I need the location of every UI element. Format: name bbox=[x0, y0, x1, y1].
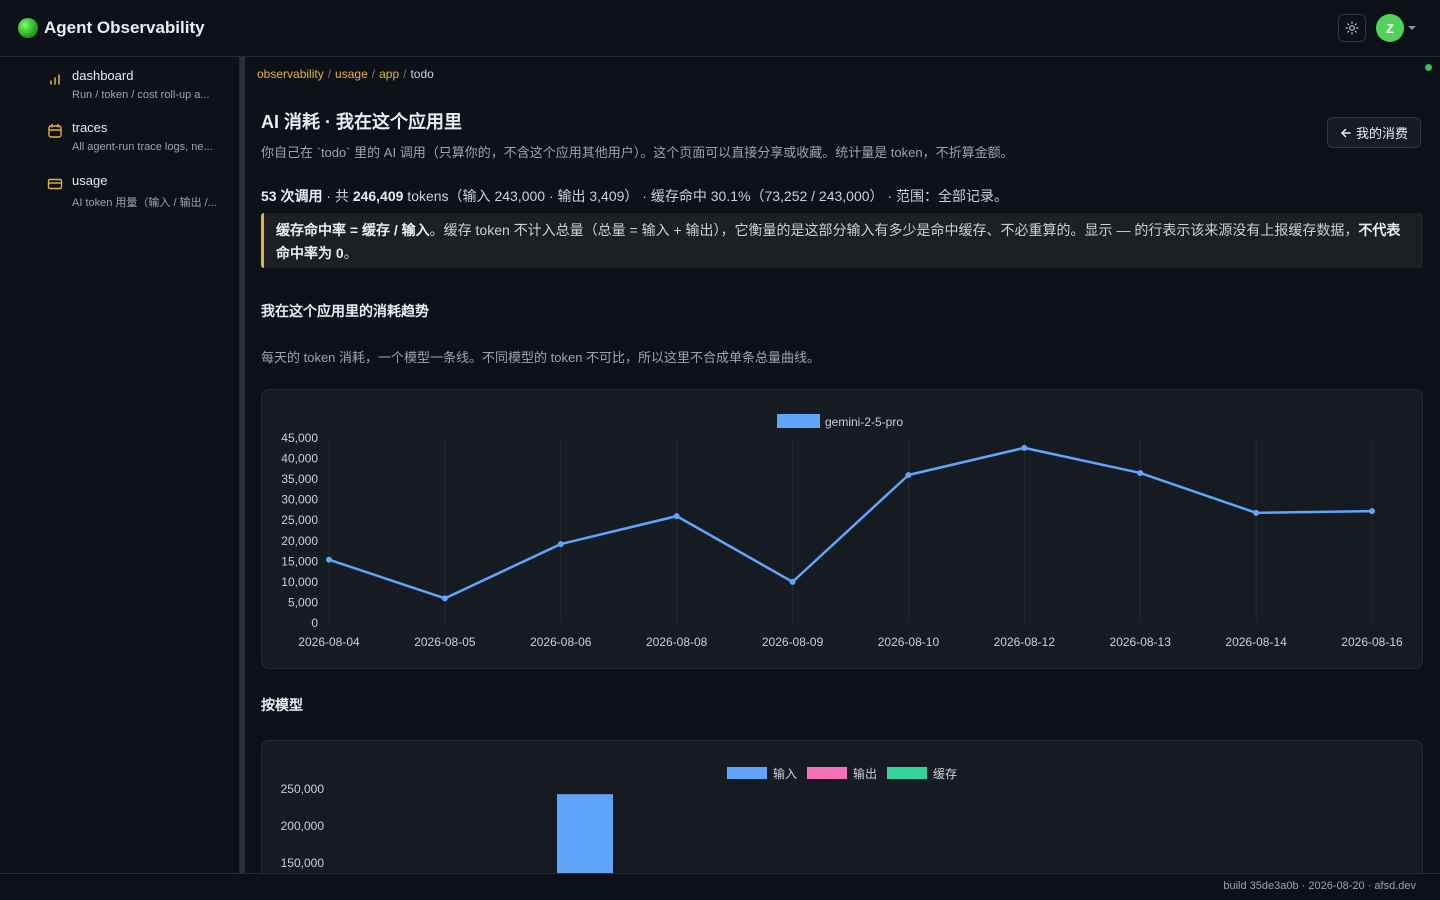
x-tick-label: 2026-08-12 bbox=[994, 635, 1056, 649]
sidebar-item-label: traces bbox=[72, 120, 108, 135]
back-to-my-usage-button[interactable]: 我的消费 bbox=[1327, 117, 1422, 148]
note-text: 。缓存 token 不计入总量（总量 = 输入 + 输出），它衡量的是这部分输入… bbox=[429, 222, 1359, 238]
breadcrumb: observability / usage / app / todo bbox=[257, 67, 434, 81]
page-title: AI 消耗 · 我在这个应用里 bbox=[261, 112, 462, 132]
page-description: 你自己在 `todo` 里的 AI 调用（只算你的，不含这个应用其他用户）。这个… bbox=[261, 145, 1014, 160]
call-count: 53 次调用 bbox=[261, 188, 323, 204]
y-tick-label: 200,000 bbox=[281, 819, 325, 833]
x-tick-label: 2026-08-16 bbox=[1341, 635, 1403, 649]
theme-toggle-button[interactable] bbox=[1338, 14, 1366, 42]
breadcrumb-link-usage[interactable]: usage bbox=[335, 67, 368, 81]
sidebar-item-desc: Run / token / cost roll-up a... bbox=[72, 89, 210, 101]
x-tick-label: 2026-08-06 bbox=[530, 635, 592, 649]
y-tick-label: 250,000 bbox=[281, 782, 325, 796]
trend-line-chart: 0 5,000 10,000 15,000 20,000 25,000 30,000 35,0… bbox=[281, 414, 1403, 649]
total-tokens: 246,409 bbox=[352, 188, 404, 204]
top-bar: Agent Observability Z bbox=[0, 0, 1440, 57]
y-tick-label: 35,000 bbox=[281, 472, 318, 486]
legend-label: 输入 bbox=[773, 766, 797, 781]
build-info: build 35de3a0b · 2026-08-20 · afsd.dev bbox=[1223, 880, 1416, 892]
legend-label: 输出 bbox=[853, 766, 877, 781]
arrow-left-icon bbox=[1341, 128, 1351, 137]
calendar-icon bbox=[48, 123, 62, 138]
breadcrumb-current: todo bbox=[410, 67, 434, 81]
y-tick-label: 15,000 bbox=[281, 554, 318, 568]
data-point bbox=[557, 541, 564, 548]
data-point bbox=[1021, 444, 1028, 451]
x-tick-label: 2026-08-13 bbox=[1110, 635, 1172, 649]
sidebar-item-traces[interactable]: traces All agent-run trace logs, ne... bbox=[0, 112, 240, 158]
logo-icon bbox=[18, 18, 38, 38]
y-tick-label: 150,000 bbox=[281, 856, 325, 870]
legend-label: gemini-2-5-pro bbox=[825, 415, 903, 429]
back-button-label: 我的消费 bbox=[1356, 126, 1409, 141]
trend-section-title: 我在这个应用里的消耗趋势 bbox=[261, 303, 429, 319]
sidebar-item-usage[interactable]: usage AI token 用量（输入 / 输出 /... bbox=[0, 165, 240, 211]
data-point bbox=[1253, 509, 1260, 516]
bar-chart-icon bbox=[50, 74, 60, 85]
user-avatar[interactable]: Z bbox=[1376, 14, 1404, 42]
usage-summary: 53 次调用 · 共 246,409 tokens（输入 243,000 · 输… bbox=[261, 186, 1008, 206]
sidebar-item-dashboard[interactable]: dashboard Run / token / cost roll-up a..… bbox=[0, 60, 240, 106]
bar bbox=[557, 794, 613, 873]
cache-note: 缓存命中率 = 缓存 / 输入。缓存 token 不计入总量（总量 = 输入 +… bbox=[261, 213, 1423, 268]
sidebar-item-desc: AI token 用量（输入 / 输出 /... bbox=[72, 197, 217, 209]
summary-detail: tokens（输入 243,000 · 输出 3,409） · 缓存命中 30.… bbox=[403, 188, 1008, 204]
x-tick-label: 2026-08-04 bbox=[298, 635, 360, 649]
y-tick-label: 40,000 bbox=[281, 452, 318, 466]
sidebar: dashboard Run / token / cost roll-up a..… bbox=[0, 57, 240, 873]
y-tick-label: 10,000 bbox=[281, 575, 318, 589]
x-tick-label: 2026-08-14 bbox=[1225, 635, 1287, 649]
data-point bbox=[789, 578, 796, 585]
y-tick-label: 0 bbox=[311, 616, 318, 630]
y-tick-label: 45,000 bbox=[281, 431, 318, 445]
sidebar-item-label: dashboard bbox=[72, 68, 134, 83]
x-tick-label: 2026-08-10 bbox=[878, 635, 940, 649]
x-tick-label: 2026-08-05 bbox=[414, 635, 476, 649]
data-point bbox=[1369, 508, 1375, 515]
note-bold: 缓存命中率 = 缓存 / 输入 bbox=[276, 222, 430, 238]
data-point bbox=[673, 513, 680, 520]
app-title[interactable]: Agent Observability bbox=[44, 18, 205, 38]
legend-swatch bbox=[777, 414, 820, 428]
data-point bbox=[905, 472, 912, 478]
data-point bbox=[1137, 469, 1144, 476]
main-content: observability / usage / app / todo AI 消耗 · 我在这… bbox=[245, 57, 1440, 873]
data-point bbox=[326, 556, 332, 563]
legend-label: 缓存 bbox=[933, 767, 957, 781]
data-point bbox=[441, 595, 448, 602]
x-tick-label: 2026-08-09 bbox=[762, 635, 824, 649]
breadcrumb-link-app[interactable]: app bbox=[379, 67, 399, 81]
sidebar-item-desc: All agent-run trace logs, ne... bbox=[72, 141, 213, 153]
legend-swatch bbox=[727, 767, 767, 779]
summary-text: · 共 bbox=[322, 188, 353, 204]
model-section-title: 按模型 bbox=[261, 697, 303, 713]
model-chart-card: 150,000 200,000 250,000 输入 输出 缓存 bbox=[261, 740, 1423, 873]
y-tick-label: 20,000 bbox=[281, 534, 318, 548]
breadcrumb-link-observability[interactable]: observability bbox=[257, 67, 324, 81]
trend-chart-card: 0 5,000 10,000 15,000 20,000 25,000 30,000 35,0… bbox=[261, 389, 1423, 669]
legend-swatch bbox=[887, 767, 927, 779]
y-tick-label: 5,000 bbox=[288, 595, 318, 609]
series-line bbox=[328, 446, 1373, 600]
model-bar-chart: 150,000 200,000 250,000 输入 输出 缓存 bbox=[281, 766, 957, 873]
legend-swatch bbox=[807, 767, 847, 779]
status-indicator bbox=[1425, 64, 1432, 71]
note-end: 。 bbox=[343, 245, 358, 261]
sidebar-item-label: usage bbox=[72, 173, 108, 188]
x-tick-label: 2026-08-08 bbox=[646, 635, 708, 649]
trend-section-desc: 每天的 token 消耗，一个模型一条线。不同模型的 token 不可比，所以这… bbox=[261, 350, 821, 365]
sun-icon bbox=[1345, 21, 1359, 35]
chevron-down-icon[interactable] bbox=[1408, 26, 1416, 30]
y-tick-label: 30,000 bbox=[281, 493, 318, 507]
y-tick-label: 25,000 bbox=[281, 513, 318, 527]
footer: build 35de3a0b · 2026-08-20 · afsd.dev bbox=[0, 873, 1440, 900]
credit-card-icon bbox=[47, 178, 63, 190]
